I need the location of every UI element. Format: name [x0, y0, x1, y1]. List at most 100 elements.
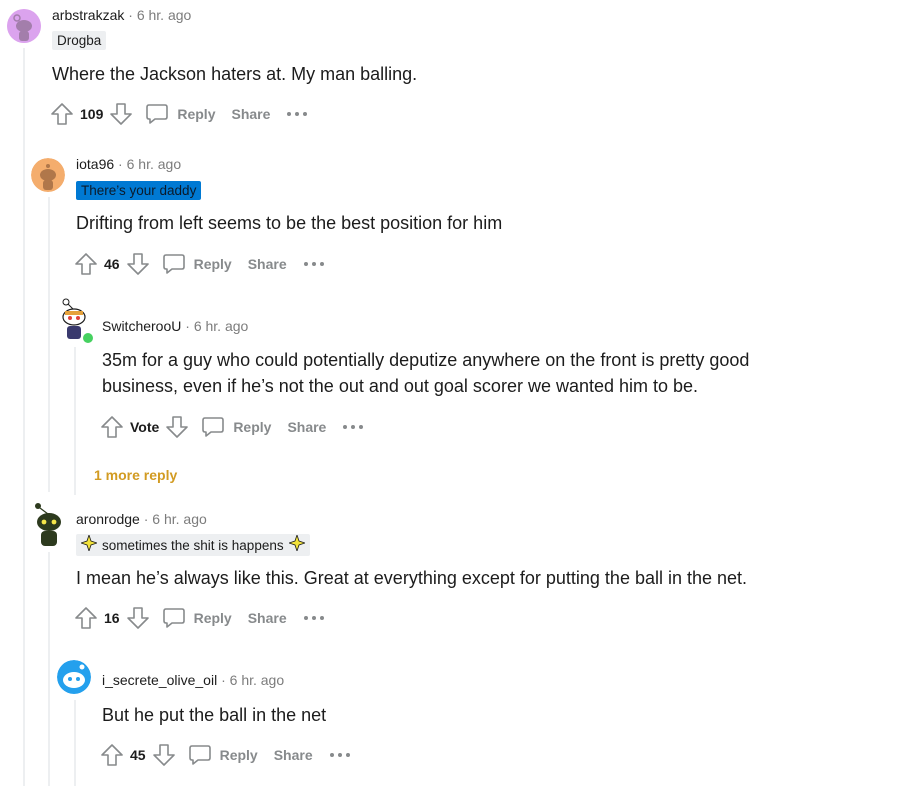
comment-body-line: 35m for a guy who could potentially depu… [102, 350, 750, 370]
thread-line[interactable] [48, 552, 50, 786]
upvote-icon[interactable] [100, 743, 124, 767]
avatar[interactable] [30, 502, 68, 548]
more-replies-link[interactable]: 1 more reply [94, 467, 177, 483]
reply-label: Reply [193, 610, 232, 626]
timestamp[interactable]: 6 hr. ago [194, 318, 249, 334]
user-flair: Drogba [52, 31, 107, 50]
comment-meta: iota96 · 6 hr. ago [76, 156, 181, 172]
comment-body: Where the Jackson haters at. My man ball… [52, 64, 418, 84]
more-options-button[interactable] [303, 261, 325, 267]
online-status-indicator [81, 331, 95, 345]
share-label: Share [247, 610, 287, 626]
timestamp[interactable]: 6 hr. ago [127, 156, 182, 172]
snoo-avatar-icon [31, 158, 65, 192]
separator: · [185, 318, 190, 334]
separator: · [128, 7, 133, 23]
comment-body: 35m for a guy who could potentially depu… [102, 347, 749, 399]
comment-body: But he put the ball in the net [102, 705, 327, 725]
comment-bubble-icon [201, 415, 225, 439]
snoo-avatar-icon [35, 503, 61, 546]
more-options-button[interactable] [329, 752, 351, 758]
timestamp[interactable]: 6 hr. ago [230, 672, 285, 688]
more-icon [303, 261, 325, 267]
share-label: Share [247, 256, 287, 272]
snoo-avatar-icon [57, 660, 91, 694]
comment-meta: arbstrakzak · 6 hr. ago [52, 7, 191, 23]
username[interactable]: iota96 [76, 156, 114, 172]
avatar[interactable] [7, 9, 41, 43]
user-flair: There’s your daddy [76, 181, 202, 200]
comment-meta: aronrodge · 6 hr. ago [76, 511, 207, 527]
vote-score: 46 [104, 256, 120, 272]
share-label: Share [231, 106, 271, 122]
comment-bubble-icon [188, 743, 212, 767]
separator: · [118, 156, 123, 172]
thread-line[interactable] [48, 197, 50, 492]
reply-button[interactable]: Reply [162, 606, 232, 630]
timestamp[interactable]: 6 hr. ago [152, 511, 207, 527]
sparkle-icon [287, 533, 306, 555]
share-label: Share [287, 419, 327, 435]
share-button[interactable]: Share [231, 106, 270, 122]
more-options-button[interactable] [342, 424, 364, 430]
share-button[interactable]: Share [274, 747, 313, 763]
reply-label: Reply [193, 256, 232, 272]
downvote-icon[interactable] [109, 102, 133, 126]
upvote-icon[interactable] [100, 415, 124, 439]
reply-button[interactable]: Reply [145, 102, 215, 126]
vote-score: 16 [104, 610, 120, 626]
reply-label: Reply [233, 419, 272, 435]
comment-meta: i_secrete_olive_oil · 6 hr. ago [102, 672, 284, 688]
share-button[interactable]: Share [287, 419, 326, 435]
reply-button[interactable]: Reply [188, 743, 258, 767]
username[interactable]: i_secrete_olive_oil [102, 672, 217, 688]
timestamp[interactable]: 6 hr. ago [137, 7, 192, 23]
comment-actions: 16 Reply Share [74, 605, 325, 631]
vote-score: 109 [80, 106, 104, 122]
comment-actions: 109 Reply Share [50, 101, 308, 127]
vote-score: Vote [130, 419, 160, 435]
thread-line[interactable] [74, 700, 76, 786]
user-flair: sometimes the shit is happens [76, 533, 310, 556]
thread-line[interactable] [23, 48, 25, 786]
snoo-avatar-icon [7, 9, 41, 43]
downvote-icon[interactable] [126, 606, 150, 630]
reply-button[interactable]: Reply [162, 252, 232, 276]
reply-label: Reply [219, 747, 258, 763]
more-icon [286, 111, 308, 117]
upvote-icon[interactable] [74, 252, 98, 276]
downvote-icon[interactable] [126, 252, 150, 276]
thread-line[interactable] [74, 347, 76, 495]
comment-body: Drifting from left seems to be the best … [76, 213, 503, 233]
comment-actions: 46 Reply Share [74, 251, 325, 277]
more-options-button[interactable] [303, 615, 325, 621]
share-button[interactable]: Share [248, 256, 287, 272]
separator: · [143, 511, 149, 527]
share-button[interactable]: Share [248, 610, 287, 626]
comment-actions: Vote Reply Share [100, 414, 364, 440]
more-icon [342, 424, 364, 430]
reply-label: Reply [177, 106, 216, 122]
comment-body-line: business, even if he’s not the out and o… [102, 376, 699, 396]
downvote-icon[interactable] [165, 415, 189, 439]
comment-bubble-icon [145, 102, 169, 126]
comment-body: I mean he’s always like this. Great at e… [76, 568, 748, 588]
username[interactable]: aronrodge [76, 511, 140, 527]
flair-text: sometimes the shit is happens [102, 537, 284, 553]
more-icon [303, 615, 325, 621]
username[interactable]: SwitcherooU [102, 318, 181, 334]
share-label: Share [273, 747, 313, 763]
vote-score: 45 [130, 747, 146, 763]
username[interactable]: arbstrakzak [52, 7, 124, 23]
more-options-button[interactable] [286, 111, 308, 117]
comment-bubble-icon [162, 252, 186, 276]
comment-bubble-icon [162, 606, 186, 630]
reply-button[interactable]: Reply [201, 415, 271, 439]
upvote-icon[interactable] [50, 102, 74, 126]
avatar[interactable] [31, 158, 65, 192]
upvote-icon[interactable] [74, 606, 98, 630]
comment-actions: 45 Reply Share [100, 742, 351, 768]
separator: · [221, 672, 226, 688]
avatar[interactable] [57, 660, 91, 694]
downvote-icon[interactable] [152, 743, 176, 767]
